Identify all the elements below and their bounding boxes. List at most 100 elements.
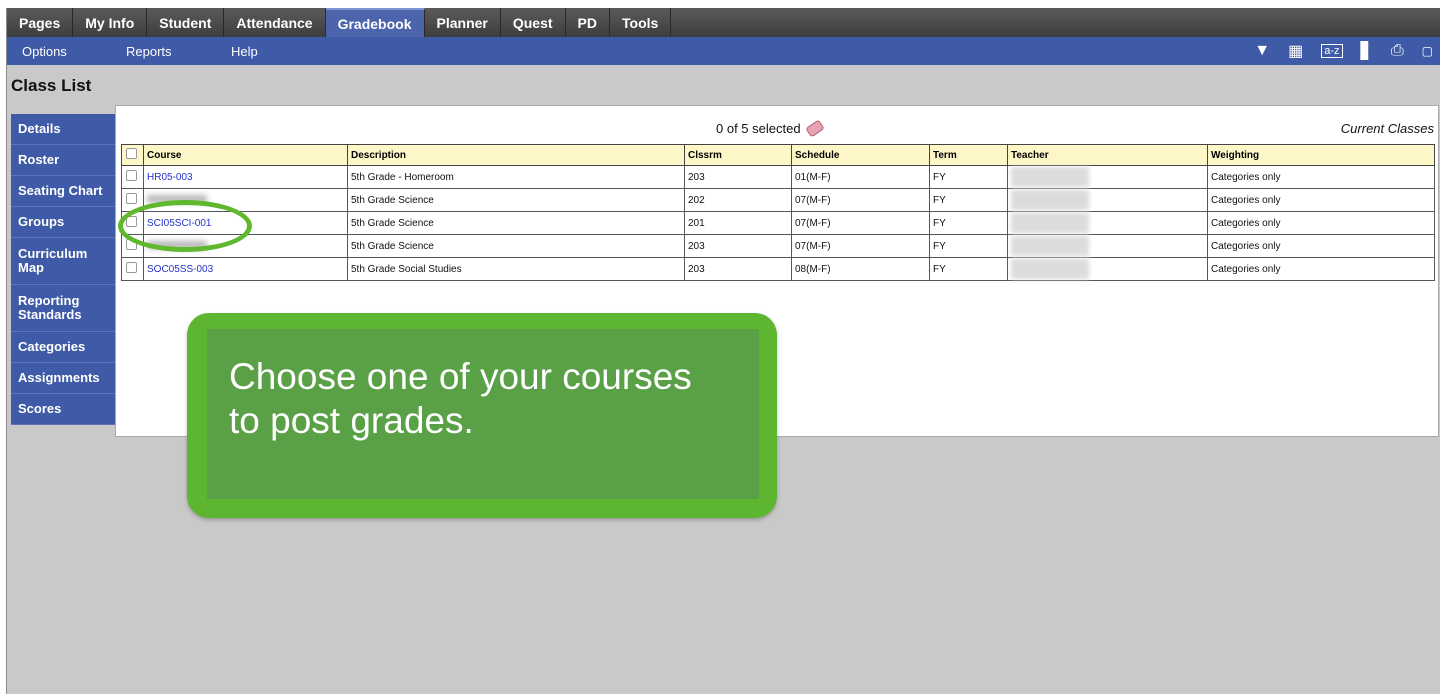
print-icon[interactable]: ⎙ <box>1391 42 1404 60</box>
sub-menu-bar: Options Reports Help ▼ ▦ a-z ▋ ⎙ ▢ <box>7 37 1440 65</box>
teacher-cell <box>1007 165 1208 189</box>
room-cell: 201 <box>684 211 792 235</box>
sidenav-details[interactable]: Details <box>11 114 115 145</box>
side-nav: Details Roster Seating Chart Groups Curr… <box>11 114 115 425</box>
teacher-redacted <box>1011 259 1089 279</box>
menu-options[interactable]: Options <box>22 44 67 59</box>
col-clssrm[interactable]: Clssrm <box>684 144 792 166</box>
description-cell: 5th Grade Science <box>347 234 685 258</box>
sidenav-groups[interactable]: Groups <box>11 207 115 238</box>
filter-icon[interactable]: ▼ <box>1254 42 1270 60</box>
col-schedule[interactable]: Schedule <box>791 144 930 166</box>
term-cell: FY <box>929 188 1008 212</box>
schedule-cell: 07(M-F) <box>791 234 930 258</box>
room-cell: 202 <box>684 188 792 212</box>
table-row[interactable]: SOC05SS-003 5th Grade Social Studies 203… <box>121 257 1435 281</box>
row-checkbox[interactable] <box>126 262 137 273</box>
teacher-redacted <box>1011 213 1089 233</box>
eraser-icon[interactable] <box>804 119 825 138</box>
sidenav-reporting-standards[interactable]: Reporting Standards <box>11 285 115 332</box>
menu-reports[interactable]: Reports <box>126 44 172 59</box>
row-select-cell <box>121 165 144 189</box>
tab-student[interactable]: Student <box>147 8 225 37</box>
course-link[interactable]: SOC05SS-003 <box>147 264 213 275</box>
room-cell: 203 <box>684 234 792 258</box>
tab-pages[interactable]: Pages <box>7 8 74 37</box>
weighting-cell: Categories only <box>1207 165 1435 189</box>
term-cell: FY <box>929 165 1008 189</box>
tab-tools[interactable]: Tools <box>610 8 672 37</box>
tab-my-info[interactable]: My Info <box>73 8 148 37</box>
select-all-cell <box>121 144 144 166</box>
course-link[interactable]: HR05-003 <box>147 172 193 183</box>
expand-icon[interactable]: ▢ <box>1422 44 1433 58</box>
sidenav-scores[interactable]: Scores <box>11 394 115 425</box>
description-cell: 5th Grade Social Studies <box>347 257 685 281</box>
sidenav-seating-chart[interactable]: Seating Chart <box>11 176 115 207</box>
teacher-cell <box>1007 211 1208 235</box>
grid-icon[interactable]: ▦ <box>1288 41 1303 61</box>
instruction-callout: Choose one of your courses to post grade… <box>187 313 777 518</box>
row-checkbox[interactable] <box>126 193 137 204</box>
weighting-cell: Categories only <box>1207 188 1435 212</box>
highlight-circle <box>118 200 252 252</box>
toolbar-icons: ▼ ▦ a-z ▋ ⎙ ▢ <box>1254 37 1433 65</box>
page-title: Class List <box>11 76 92 95</box>
description-cell: 5th Grade Science <box>347 211 685 235</box>
select-all-checkbox[interactable] <box>126 148 137 159</box>
term-cell: FY <box>929 257 1008 281</box>
sidenav-assignments[interactable]: Assignments <box>11 363 115 394</box>
term-cell: FY <box>929 211 1008 235</box>
description-cell: 5th Grade Science <box>347 188 685 212</box>
sort-az-icon[interactable]: a-z <box>1321 44 1343 58</box>
selection-count: 0 of 5 selected <box>716 121 801 136</box>
current-classes-label: Current Classes <box>1340 121 1434 136</box>
callout-inner: Choose one of your courses to post grade… <box>207 329 759 499</box>
row-checkbox[interactable] <box>126 170 137 181</box>
tab-pd[interactable]: PD <box>566 8 610 37</box>
col-term[interactable]: Term <box>929 144 1008 166</box>
table-row[interactable]: HR05-003 5th Grade - Homeroom 203 01(M-F… <box>121 165 1435 189</box>
weighting-cell: Categories only <box>1207 211 1435 235</box>
schedule-cell: 07(M-F) <box>791 188 930 212</box>
sidenav-roster[interactable]: Roster <box>11 145 115 176</box>
room-cell: 203 <box>684 257 792 281</box>
sidenav-curriculum-map[interactable]: Curriculum Map <box>11 238 115 285</box>
course-cell: HR05-003 <box>143 165 348 189</box>
col-description[interactable]: Description <box>347 144 685 166</box>
menu-help[interactable]: Help <box>231 44 258 59</box>
callout-text: Choose one of your courses to post grade… <box>229 356 692 441</box>
tab-planner[interactable]: Planner <box>425 8 501 37</box>
table-row[interactable]: 5th Grade Science 202 07(M-F) FY Categor… <box>121 188 1435 212</box>
schedule-cell: 01(M-F) <box>791 165 930 189</box>
sidenav-categories[interactable]: Categories <box>11 332 115 363</box>
tab-quest[interactable]: Quest <box>501 8 566 37</box>
table-row[interactable]: 5th Grade Science 203 07(M-F) FY Categor… <box>121 234 1435 258</box>
schedule-cell: 07(M-F) <box>791 211 930 235</box>
teacher-redacted <box>1011 190 1089 210</box>
table-header-row: Course Description Clssrm Schedule Term … <box>121 144 1435 166</box>
weighting-cell: Categories only <box>1207 234 1435 258</box>
table-row[interactable]: SCI05SCI-001 5th Grade Science 201 07(M-… <box>121 211 1435 235</box>
teacher-redacted <box>1011 167 1089 187</box>
term-cell: FY <box>929 234 1008 258</box>
main-tab-bar: Pages My Info Student Attendance Gradebo… <box>7 8 1440 37</box>
room-cell: 203 <box>684 165 792 189</box>
teacher-cell <box>1007 257 1208 281</box>
app-window: Pages My Info Student Attendance Gradebo… <box>6 8 1440 694</box>
col-weighting[interactable]: Weighting <box>1207 144 1435 166</box>
chart-icon[interactable]: ▋ <box>1361 41 1373 61</box>
class-table: Course Description Clssrm Schedule Term … <box>121 144 1435 281</box>
weighting-cell: Categories only <box>1207 257 1435 281</box>
course-cell: SOC05SS-003 <box>143 257 348 281</box>
col-course[interactable]: Course <box>143 144 348 166</box>
tab-gradebook[interactable]: Gradebook <box>325 8 425 37</box>
selection-status: 0 of 5 selected <box>716 119 825 138</box>
schedule-cell: 08(M-F) <box>791 257 930 281</box>
description-cell: 5th Grade - Homeroom <box>347 165 685 189</box>
teacher-redacted <box>1011 236 1089 256</box>
row-select-cell <box>121 257 144 281</box>
tab-attendance[interactable]: Attendance <box>224 8 326 37</box>
teacher-cell <box>1007 188 1208 212</box>
col-teacher[interactable]: Teacher <box>1007 144 1208 166</box>
